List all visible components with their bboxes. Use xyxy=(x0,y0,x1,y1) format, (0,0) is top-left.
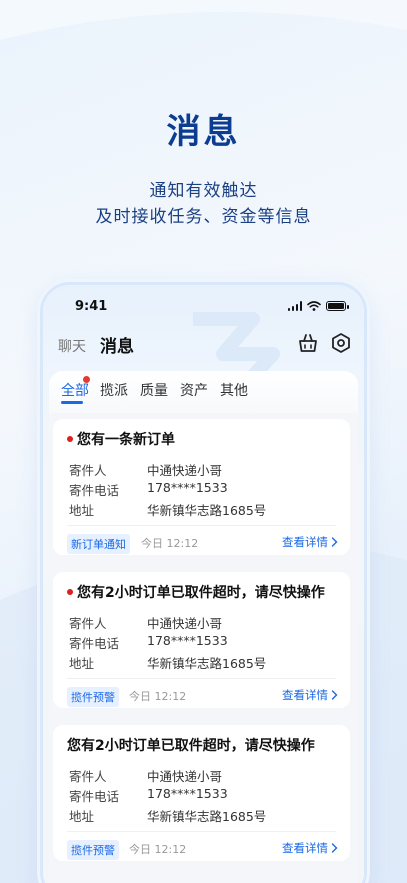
sender-label: 寄件人 xyxy=(69,463,107,478)
tab-other[interactable]: 其他 xyxy=(220,380,248,400)
category-tabs: 全部 揽派 质量 资产 其他 xyxy=(49,371,358,413)
marketing-headline: 消息 xyxy=(166,112,241,152)
message-tag: 揽件预警 xyxy=(67,687,119,707)
phone-label: 寄件电话 xyxy=(69,789,120,804)
message-card[interactable]: 您有2小时订单已取件超时，请尽快操作 寄件人 中通快递小哥 寄件电话 178****… xyxy=(53,572,350,708)
nav-bar: 聊天 消息 xyxy=(43,327,364,361)
phone-frame: 9:41 聊天 消息 全部 揽派 质量 资产 其他 您有一条新订单 寄件人 中通… xyxy=(40,282,367,883)
phone-value: 178****1533 xyxy=(147,786,228,801)
card-divider xyxy=(67,678,336,679)
view-detail-link[interactable]: 查看详情 xyxy=(282,534,338,550)
unread-dot xyxy=(67,589,73,595)
tab-pickup-delivery[interactable]: 揽派 xyxy=(100,380,128,400)
message-title: 您有2小时订单已取件超时，请尽快操作 xyxy=(67,738,315,754)
address-value: 华新镇华志路1685号 xyxy=(147,656,267,671)
sender-value: 中通快递小哥 xyxy=(147,616,223,631)
unread-dot xyxy=(67,436,73,442)
nav-chat-tab[interactable]: 聊天 xyxy=(58,336,86,356)
message-card[interactable]: 您有2小时订单已取件超时，请尽快操作 寄件人 中通快递小哥 寄件电话 178****… xyxy=(53,725,350,861)
address-label: 地址 xyxy=(69,809,95,824)
chevron-right-icon xyxy=(331,690,338,700)
tab-all[interactable]: 全部 xyxy=(61,380,89,400)
message-tag: 新订单通知 xyxy=(67,534,130,554)
marketing-subtitle-1: 通知有效触达 xyxy=(149,181,258,201)
status-time: 9:41 xyxy=(75,299,108,314)
message-time: 今日 12:12 xyxy=(141,537,199,550)
signal-icon xyxy=(287,301,302,311)
message-card[interactable]: 您有一条新订单 寄件人 中通快递小哥 寄件电话 178****1533 地址 华新镇华… xyxy=(53,419,350,555)
address-value: 华新镇华志路1685号 xyxy=(147,503,267,518)
phone-label: 寄件电话 xyxy=(69,483,120,498)
phone-value: 178****1533 xyxy=(147,480,228,495)
nav-title[interactable]: 消息 xyxy=(100,332,134,357)
tab-unread-dot xyxy=(83,376,90,383)
view-detail-link[interactable]: 查看详情 xyxy=(282,840,338,856)
tab-quality[interactable]: 质量 xyxy=(140,380,168,400)
message-title: 您有一条新订单 xyxy=(77,432,175,448)
status-bar: 9:41 xyxy=(43,285,364,325)
message-time: 今日 12:12 xyxy=(129,690,187,703)
sender-value: 中通快递小哥 xyxy=(147,769,223,784)
message-title: 您有2小时订单已取件超时，请尽快操作 xyxy=(77,585,325,601)
chevron-right-icon xyxy=(331,843,338,853)
address-label: 地址 xyxy=(69,656,95,671)
chevron-right-icon xyxy=(331,537,338,547)
tab-active-indicator xyxy=(61,401,83,404)
card-divider xyxy=(67,525,336,526)
sender-label: 寄件人 xyxy=(69,616,107,631)
address-value: 华新镇华志路1685号 xyxy=(147,809,267,824)
card-divider xyxy=(67,831,336,832)
view-detail-link[interactable]: 查看详情 xyxy=(282,687,338,703)
basket-icon[interactable] xyxy=(297,332,319,354)
message-tag: 揽件预警 xyxy=(67,840,119,860)
address-label: 地址 xyxy=(69,503,95,518)
sender-value: 中通快递小哥 xyxy=(147,463,223,478)
wifi-icon xyxy=(307,301,321,311)
sender-label: 寄件人 xyxy=(69,769,107,784)
app-screen: 9:41 聊天 消息 全部 揽派 质量 资产 其他 您有一条新订单 寄件人 中通… xyxy=(43,285,364,883)
battery-icon xyxy=(326,301,349,311)
settings-hexagon-icon[interactable] xyxy=(330,332,352,354)
marketing-subtitle-2: 及时接收任务、资金等信息 xyxy=(95,207,312,227)
phone-label: 寄件电话 xyxy=(69,636,120,651)
phone-value: 178****1533 xyxy=(147,633,228,648)
message-time: 今日 12:12 xyxy=(129,843,187,856)
tab-assets[interactable]: 资产 xyxy=(180,380,208,400)
